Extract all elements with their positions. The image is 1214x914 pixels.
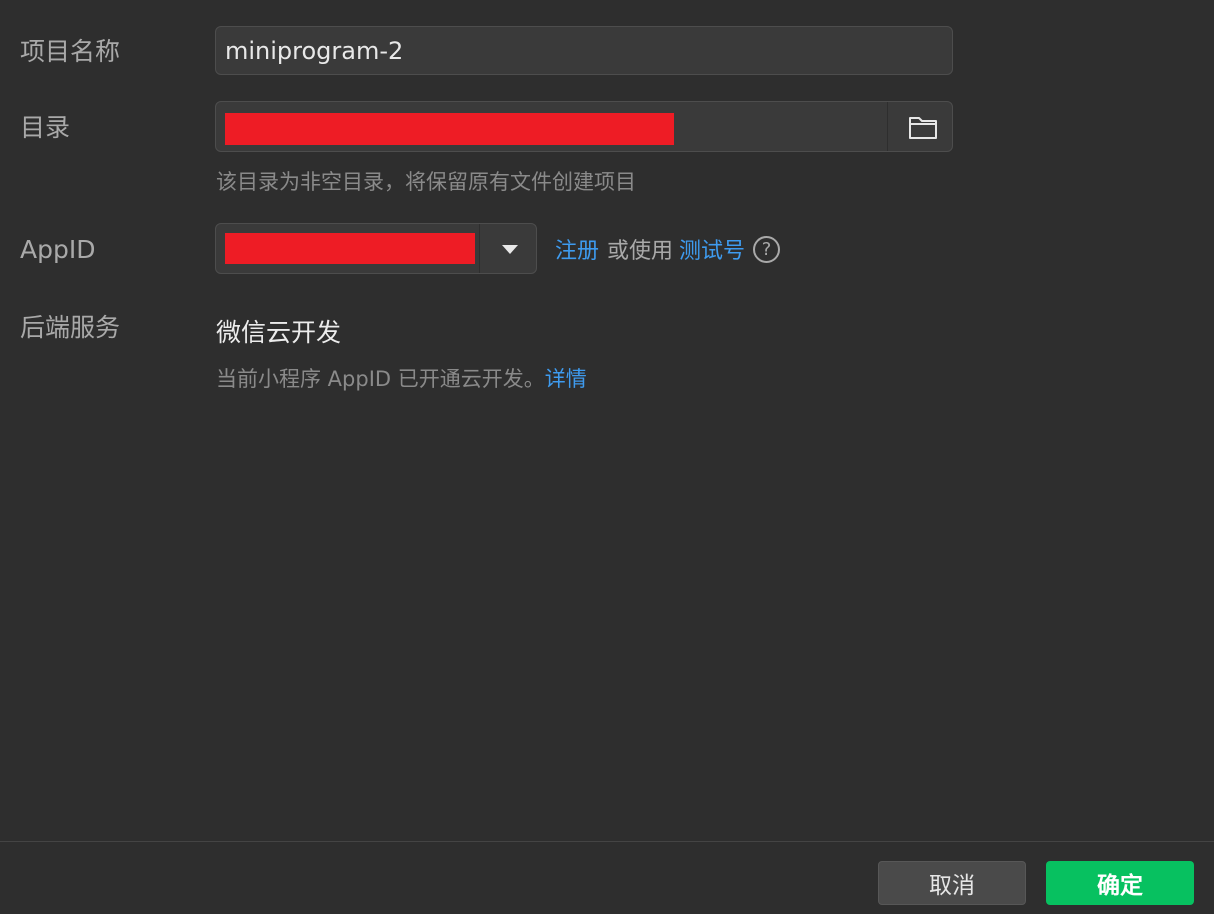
project-name-input[interactable]: miniprogram-2: [215, 26, 953, 75]
confirm-button[interactable]: 确定: [1046, 861, 1194, 905]
footer-divider: [0, 841, 1214, 842]
test-account-link[interactable]: 测试号: [679, 233, 745, 265]
appid-label: AppID: [20, 235, 96, 264]
folder-icon[interactable]: [908, 114, 938, 140]
or-use-text: 或使用: [607, 239, 674, 264]
project-name-label: 项目名称: [20, 37, 121, 66]
help-icon[interactable]: ?: [753, 235, 781, 263]
directory-input[interactable]: [215, 101, 953, 152]
chevron-down-icon[interactable]: [502, 244, 518, 254]
details-link[interactable]: 详情: [545, 367, 587, 391]
backend-hint: 当前小程序 AppID 已开通云开发。详情: [216, 363, 587, 393]
directory-hint: 该目录为非空目录，将保留原有文件创建项目: [216, 170, 636, 194]
cancel-button[interactable]: 取消: [878, 861, 1026, 905]
directory-divider: [887, 102, 888, 151]
appid-redaction: [225, 233, 475, 264]
project-name-value: miniprogram-2: [225, 36, 404, 65]
new-project-dialog: 项目名称 miniprogram-2 目录 该目录为非空目录，将保留原有文件创建…: [0, 0, 1214, 914]
backend-hint-text: 当前小程序 AppID 已开通云开发。: [216, 367, 545, 391]
backend-value: 微信云开发: [216, 318, 342, 347]
appid-select[interactable]: [215, 223, 537, 274]
backend-label: 后端服务: [20, 313, 121, 342]
directory-redaction: [225, 113, 674, 145]
directory-label: 目录: [20, 113, 71, 142]
appid-links: 注册 或使用 测试号 ?: [555, 233, 781, 265]
register-link[interactable]: 注册: [555, 233, 599, 265]
appid-divider: [479, 224, 480, 273]
